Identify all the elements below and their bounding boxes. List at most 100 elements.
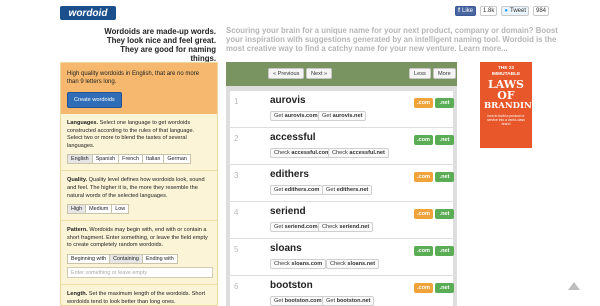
com-domain-word: aurovis.com bbox=[284, 113, 318, 119]
result-number: 4 bbox=[234, 208, 239, 217]
social-buttons: f Like 1.8k ● Tweet 984 bbox=[455, 6, 550, 16]
length-section: Length. Set the maximum length of the wo… bbox=[61, 285, 217, 305]
com-domain-link[interactable]: Check accessful.com bbox=[270, 148, 334, 158]
pattern-options: Beginning with Containing Ending with bbox=[67, 253, 211, 264]
result-name: sloans bbox=[270, 243, 302, 254]
com-domain-word: seriend.com bbox=[284, 224, 318, 230]
net-domain-word: accessful.net bbox=[349, 150, 385, 156]
quality-title: Quality. bbox=[67, 177, 88, 184]
com-domain-action: Get bbox=[274, 113, 284, 119]
com-status-badge[interactable]: .com bbox=[414, 246, 433, 256]
quality-options: High Medium Low bbox=[67, 204, 211, 215]
pattern-option-ending[interactable]: Ending with bbox=[141, 253, 178, 264]
net-domain-link[interactable]: Check accessful.net bbox=[328, 148, 389, 158]
facebook-like-count: 1.8k bbox=[480, 6, 498, 16]
net-domain-link[interactable]: Get bootston.net bbox=[322, 296, 375, 306]
quality-option-high[interactable]: High bbox=[67, 204, 87, 215]
net-status-badge[interactable]: .net bbox=[435, 246, 454, 256]
net-status-badge[interactable]: .net bbox=[435, 283, 454, 293]
result-name: aurovis bbox=[270, 95, 306, 106]
com-domain-word: bootston.com bbox=[284, 298, 322, 304]
com-domain-action: Get bbox=[274, 224, 284, 230]
tagline-line-1: Wordoids are made-up words. bbox=[104, 27, 216, 36]
net-domain-word: aurovis.net bbox=[332, 113, 363, 119]
com-status-badge[interactable]: .com bbox=[414, 172, 433, 182]
result-row: 6 bootston Get bootston.com Get bootston… bbox=[230, 276, 454, 306]
language-option-italian[interactable]: Italian bbox=[141, 154, 165, 165]
previous-button[interactable]: « Previous bbox=[268, 68, 305, 79]
pattern-input[interactable]: Enter something or leave empty bbox=[67, 266, 213, 278]
com-status-badge[interactable]: .com bbox=[414, 283, 433, 293]
language-option-french[interactable]: French bbox=[118, 154, 143, 165]
tweet-button[interactable]: ● Tweet bbox=[501, 6, 529, 16]
com-domain-link[interactable]: Get seriend.com bbox=[270, 222, 322, 232]
results-toolbar: « Previous Next » Less More bbox=[226, 62, 457, 86]
language-option-spanish[interactable]: Spanish bbox=[91, 154, 120, 165]
result-number: 3 bbox=[234, 171, 239, 180]
pattern-option-containing[interactable]: Containing bbox=[109, 253, 143, 264]
next-button[interactable]: Next » bbox=[306, 68, 333, 79]
com-status-badge[interactable]: .com bbox=[414, 98, 433, 108]
com-domain-action: Check bbox=[274, 261, 290, 267]
net-domain-action: Get bbox=[322, 113, 332, 119]
pattern-section: Pattern. Wordoids may begin with, end wi… bbox=[61, 221, 217, 285]
result-row: 3 edithers Get edithers.com Get edithers… bbox=[230, 165, 454, 201]
share-arrow-icon[interactable] bbox=[566, 278, 582, 294]
pattern-title: Pattern. bbox=[67, 227, 88, 234]
learn-more-link[interactable]: Learn more... bbox=[459, 44, 508, 53]
com-domain-action: Get bbox=[274, 298, 284, 304]
languages-section: Languages. Select one language to get wo… bbox=[61, 114, 217, 172]
wordoid-logo[interactable]: wordoid bbox=[60, 6, 116, 20]
result-row: 1 aurovis Get aurovis.com Get aurovis.ne… bbox=[230, 91, 454, 127]
com-domain-link[interactable]: Get bootston.com bbox=[270, 296, 326, 306]
tweet-label: Tweet bbox=[509, 8, 526, 14]
result-name: seriend bbox=[270, 206, 306, 217]
net-domain-link[interactable]: Check sloans.net bbox=[326, 259, 380, 269]
com-domain-link[interactable]: Check sloans.com bbox=[270, 259, 327, 269]
pattern-option-beginning[interactable]: Beginning with bbox=[67, 253, 111, 264]
create-wordoids-button[interactable]: Create wordoids bbox=[67, 92, 122, 108]
tagline-line-2: They look nice and feel great. bbox=[106, 36, 216, 45]
result-row: 4 seriend Get seriend.com Check seriend.… bbox=[230, 202, 454, 238]
net-status-badge[interactable]: .net bbox=[435, 98, 454, 108]
facebook-icon: f bbox=[458, 8, 460, 14]
facebook-like-button[interactable]: f Like bbox=[455, 6, 477, 16]
tagline-line-3: They are good for naming things. bbox=[120, 45, 216, 63]
net-domain-link[interactable]: Get edithers.net bbox=[322, 185, 373, 195]
com-status-badge[interactable]: .com bbox=[414, 209, 433, 219]
net-domain-action: Get bbox=[326, 298, 336, 304]
net-domain-action: Get bbox=[326, 187, 336, 193]
results-list: 1 aurovis Get aurovis.com Get aurovis.ne… bbox=[226, 86, 457, 306]
less-button[interactable]: Less bbox=[409, 68, 431, 79]
result-name: accessful bbox=[270, 132, 316, 143]
net-status-badge[interactable]: .net bbox=[435, 135, 454, 145]
result-name: edithers bbox=[270, 169, 309, 180]
net-domain-link[interactable]: Get aurovis.net bbox=[318, 111, 367, 121]
com-domain-word: edithers.com bbox=[284, 187, 320, 193]
net-status-badge[interactable]: .net bbox=[435, 209, 454, 219]
com-status-badge[interactable]: .com bbox=[414, 135, 433, 145]
book-ad[interactable]: THE 22 IMMUTABLE LAWS OF BRANDING how to… bbox=[480, 62, 539, 148]
com-domain-action: Get bbox=[274, 187, 284, 193]
net-domain-action: Check bbox=[332, 150, 348, 156]
quality-option-medium[interactable]: Medium bbox=[85, 204, 113, 215]
com-domain-action: Check bbox=[274, 150, 290, 156]
net-domain-link[interactable]: Check seriend.net bbox=[318, 222, 374, 232]
facebook-like-label: Like bbox=[462, 8, 474, 14]
results-panel: « Previous Next » Less More 1 aurovis Ge… bbox=[226, 62, 457, 306]
com-domain-link[interactable]: Get aurovis.com bbox=[270, 111, 322, 121]
options-panel: High quality wordoids in English, that a… bbox=[60, 62, 218, 306]
com-domain-link[interactable]: Get edithers.com bbox=[270, 185, 324, 195]
book-tagline: how to build a product or service into a… bbox=[487, 114, 525, 127]
options-summary-text: High quality wordoids in English, that a… bbox=[67, 71, 200, 85]
net-status-badge[interactable]: .net bbox=[435, 172, 454, 182]
result-number: 2 bbox=[234, 134, 239, 143]
more-button[interactable]: More bbox=[433, 68, 456, 79]
language-option-english[interactable]: English bbox=[67, 154, 93, 165]
com-domain-word: accessful.com bbox=[291, 150, 330, 156]
net-domain-word: seriend.net bbox=[339, 224, 370, 230]
language-option-german[interactable]: German bbox=[163, 154, 191, 165]
net-domain-word: bootston.net bbox=[336, 298, 371, 304]
pattern-desc: Wordoids may begin with, end with or con… bbox=[67, 227, 208, 249]
quality-option-low[interactable]: Low bbox=[111, 204, 130, 215]
